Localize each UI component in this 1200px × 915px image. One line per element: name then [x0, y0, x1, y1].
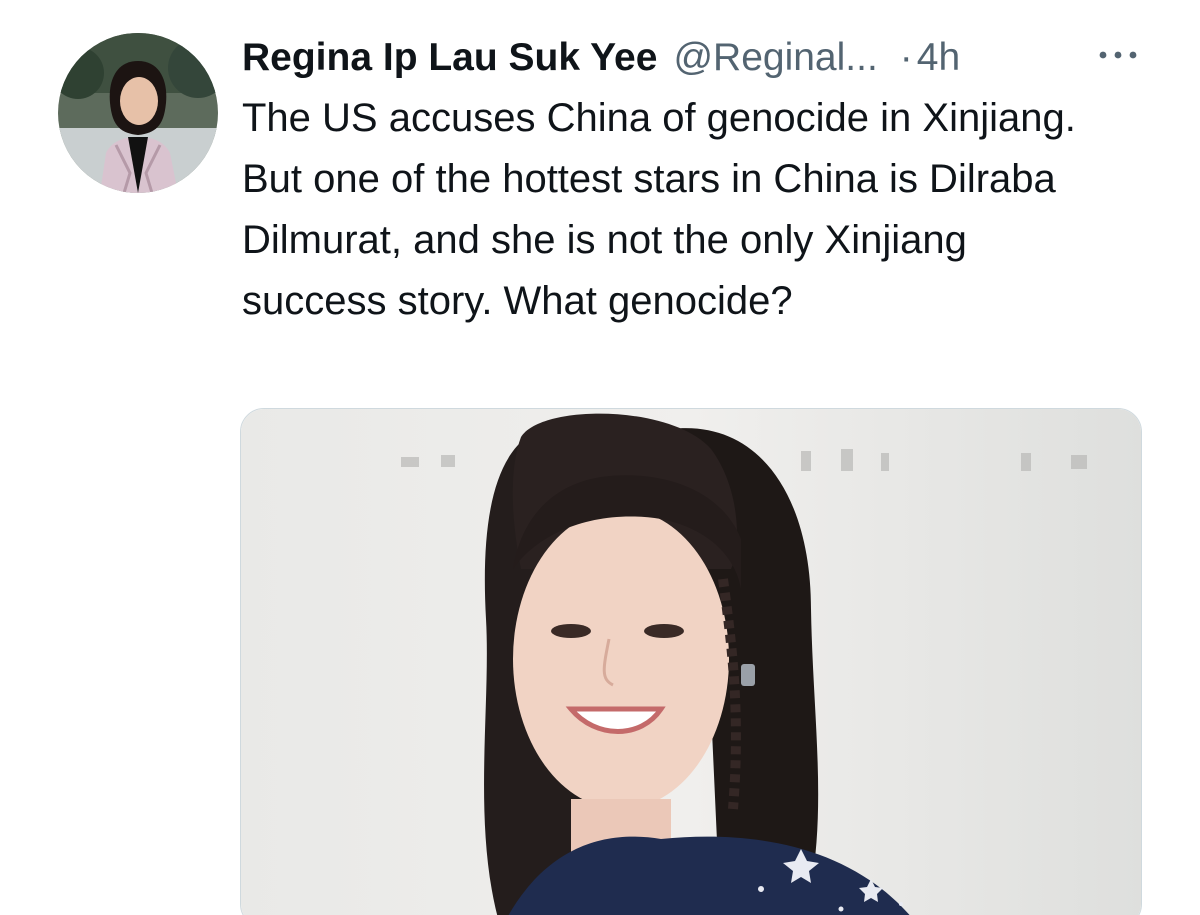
- author-name[interactable]: Regina Ip Lau Suk Yee: [242, 30, 657, 86]
- more-horizontal-icon[interactable]: [1095, 40, 1141, 70]
- timestamp[interactable]: 4h: [917, 30, 960, 86]
- tweet[interactable]: Regina Ip Lau Suk Yee @Reginal... · 4h T…: [0, 0, 1200, 915]
- avatar[interactable]: [58, 33, 218, 193]
- author-handle[interactable]: @Reginal...: [673, 30, 877, 86]
- tweet-media-image[interactable]: [240, 408, 1142, 915]
- tweet-header: Regina Ip Lau Suk Yee @Reginal... · 4h: [242, 30, 1142, 86]
- tweet-text: The US accuses China of genocide in Xinj…: [242, 96, 1076, 323]
- separator-dot: ·: [899, 36, 913, 79]
